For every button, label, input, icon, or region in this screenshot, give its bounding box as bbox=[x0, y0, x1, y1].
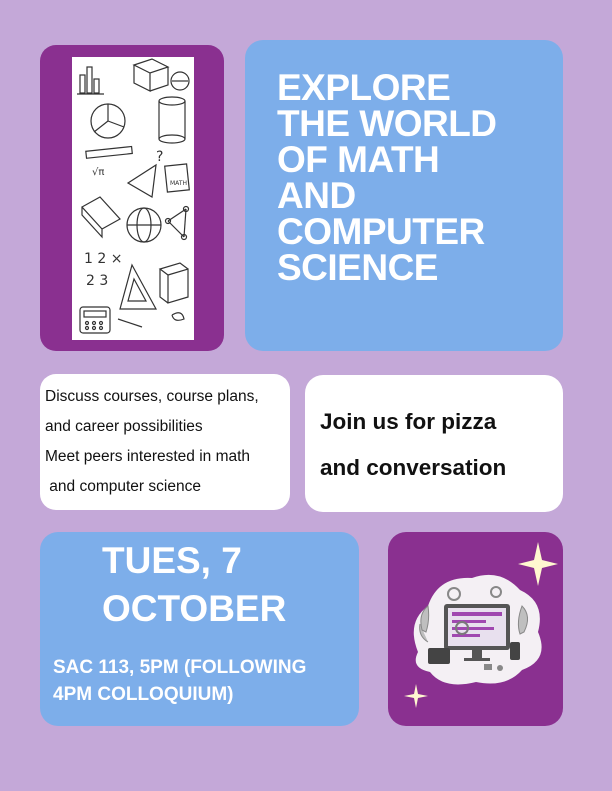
sparkle-icon bbox=[404, 684, 428, 708]
info-line: and computer science bbox=[45, 478, 201, 495]
event-location: SAC 113, 5PM (FOLLOWING 4PM COLLOQUIUM) bbox=[53, 657, 307, 705]
event-details-card: TUES, 7 OCTOBER SAC 113, 5PM (FOLLOWING … bbox=[40, 532, 359, 726]
event-date: TUES, 7 OCTOBER bbox=[102, 540, 287, 629]
svg-text:√π: √π bbox=[92, 167, 104, 178]
pizza-card: Join us for pizza and conversation bbox=[305, 375, 563, 512]
info-line: Discuss courses, course plans, bbox=[45, 388, 259, 405]
sparkle-icon bbox=[518, 542, 558, 586]
svg-text:1 2 ×: 1 2 × bbox=[84, 251, 122, 267]
info-line: Meet peers interested in math bbox=[45, 448, 251, 465]
page-title: EXPLORE THE WORLD OF MATH AND COMPUTER S… bbox=[277, 67, 497, 288]
info-card: Discuss courses, course plans, and caree… bbox=[40, 374, 290, 510]
svg-text:2 3: 2 3 bbox=[86, 273, 108, 289]
math-doodle-icons: √π ? 1 2 × 2 3 MATH bbox=[77, 58, 190, 334]
math-doodle-image: √π ? 1 2 × 2 3 MATH bbox=[72, 57, 194, 340]
computer-image-card bbox=[388, 532, 563, 726]
svg-text:MATH: MATH bbox=[170, 180, 187, 187]
math-image-card: √π ? 1 2 × 2 3 MATH bbox=[40, 45, 224, 351]
svg-text:?: ? bbox=[156, 149, 163, 165]
computer-illustration-icon bbox=[404, 542, 558, 708]
info-line: and career possibilities bbox=[45, 418, 203, 435]
pizza-invite-text: Join us for pizza and conversation bbox=[320, 409, 507, 480]
title-card: EXPLORE THE WORLD OF MATH AND COMPUTER S… bbox=[245, 40, 563, 351]
